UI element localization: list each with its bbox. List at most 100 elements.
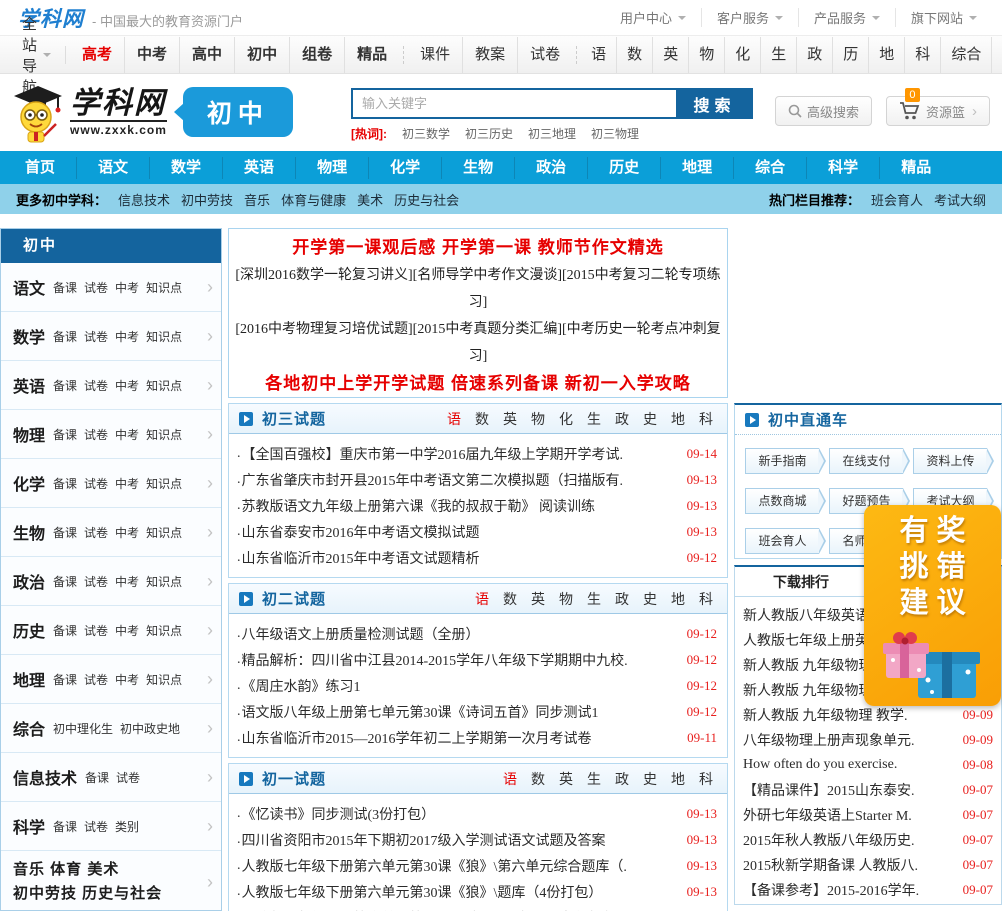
sidebar-sublink[interactable]: 初中理化生	[53, 720, 113, 737]
sidebar-sublink[interactable]: 知识点	[146, 671, 182, 688]
brand-name[interactable]: 学科网	[70, 87, 167, 120]
subject-tab[interactable]: 物	[559, 589, 573, 609]
nav-subject-politics[interactable]: 政	[796, 36, 832, 73]
nav-zhongkao[interactable]: 中考	[124, 36, 179, 73]
sidebar-subject[interactable]: 生物	[13, 520, 45, 544]
subject-tab[interactable]: 政	[615, 589, 629, 609]
announcement-links-row[interactable]: [深圳2016数学一轮复习讲义][名师导学中考作文漫谈][2015中考复习二轮专…	[229, 262, 727, 316]
section-title[interactable]: 初三试题	[262, 408, 326, 429]
sidebar-sublink[interactable]: 备课	[53, 818, 77, 835]
sidebar-sublink[interactable]: 备课	[53, 573, 77, 590]
sidebar-sublink[interactable]: 中考	[115, 377, 139, 394]
sidebar-subject[interactable]: 信息技术	[13, 765, 77, 789]
subject-tab[interactable]: 科	[699, 769, 713, 789]
subject-tab[interactable]: 史	[643, 409, 657, 429]
sidebar-sublink[interactable]: 中考	[115, 426, 139, 443]
express-button-class-education[interactable]: 班会育人	[745, 528, 826, 554]
sidebar-sublink[interactable]: 知识点	[146, 475, 182, 492]
news-item-link[interactable]: 苏教版语文九年级上册第六课《我的叔叔于勒》 阅读训练	[242, 496, 677, 516]
news-item-link[interactable]: 语文版八年级上册第七单元第30课《诗词五首》同步测试1	[242, 702, 677, 722]
sidebar-subject[interactable]: 初中劳技 历史与社会	[13, 882, 207, 906]
mainnav-item-biology[interactable]: 生物	[441, 156, 514, 179]
subject-tab[interactable]: 化	[559, 409, 573, 429]
hot-word-link[interactable]: 初三数学	[402, 125, 450, 142]
news-item-link[interactable]: 八年级语文上册质量检测试题（全册）	[242, 624, 677, 644]
sidebar-sublink[interactable]: 中考	[115, 328, 139, 345]
sidebar-subject[interactable]: 物理	[13, 422, 45, 446]
sidebar-sublink[interactable]: 试卷	[84, 475, 108, 492]
sidebar-sublink[interactable]: 备课	[53, 377, 77, 394]
nav-subject-physics[interactable]: 物	[688, 36, 724, 73]
sidebar-subject[interactable]: 化学	[13, 471, 45, 495]
topbar-menu-customer-service[interactable]: 客户服务	[700, 8, 798, 27]
subject-tab[interactable]: 地	[671, 589, 685, 609]
subject-tab[interactable]: 数	[531, 769, 545, 789]
subnav-link[interactable]: 体育与健康	[281, 190, 346, 209]
subject-tab[interactable]: 生	[587, 409, 601, 429]
mainnav-item-chinese[interactable]: 语文	[76, 156, 149, 179]
topbar-menu-product-service[interactable]: 产品服务	[797, 8, 895, 27]
sidebar-sublink[interactable]: 试卷	[84, 426, 108, 443]
subject-tab[interactable]: 数	[503, 589, 517, 609]
nav-subject-biology[interactable]: 生	[760, 36, 796, 73]
nav-subject-geography[interactable]: 地	[868, 36, 904, 73]
sidebar-subject[interactable]: 历史	[13, 618, 45, 642]
sidebar-sublink[interactable]: 备课	[53, 622, 77, 639]
sidebar-sublink[interactable]: 备课	[53, 524, 77, 541]
sidebar-sublink[interactable]: 备课	[53, 671, 77, 688]
sidebar-subject[interactable]: 科学	[13, 814, 45, 838]
hot-word-link[interactable]: 初三地理	[528, 125, 576, 142]
nav-subject-chemistry[interactable]: 化	[724, 36, 760, 73]
topbar-menu-sub-sites[interactable]: 旗下网站	[894, 8, 992, 27]
sidebar-subject[interactable]: 英语	[13, 373, 45, 397]
mainnav-item-politics[interactable]: 政治	[514, 156, 587, 179]
sidebar-sublink[interactable]: 中考	[115, 622, 139, 639]
mainnav-item-math[interactable]: 数学	[149, 156, 222, 179]
subject-tab[interactable]: 政	[615, 769, 629, 789]
subject-tab[interactable]: 地	[671, 769, 685, 789]
subject-tab[interactable]: 政	[615, 409, 629, 429]
resource-basket-button[interactable]: 0 资源篮 ›	[885, 88, 990, 126]
mascot-logo[interactable]	[8, 80, 66, 144]
mainnav-item-comprehensive[interactable]: 综合	[733, 156, 806, 179]
subject-tab[interactable]: 语	[503, 769, 517, 789]
subject-tab[interactable]: 科	[699, 589, 713, 609]
sidebar-sublink[interactable]: 试卷	[84, 671, 108, 688]
news-item-link[interactable]: 山东省临沂市2015年中考语文试题精析	[242, 548, 677, 568]
sidebar-sublink[interactable]: 初中政史地	[120, 720, 180, 737]
hot-word-link[interactable]: 初三物理	[591, 125, 639, 142]
download-item-link[interactable]: 新人教版 九年级物理 教学.	[743, 705, 955, 725]
mainnav-item-physics[interactable]: 物理	[295, 156, 368, 179]
express-button-upload[interactable]: 资料上传	[913, 448, 994, 474]
nav-lesson-plans[interactable]: 教案	[462, 36, 517, 73]
sidebar-sublink[interactable]: 知识点	[146, 573, 182, 590]
download-item-link[interactable]: 2015年秋人教版八年级历史.	[743, 830, 955, 850]
subnav-link[interactable]: 历史与社会	[394, 190, 459, 209]
sidebar-sublink[interactable]: 备课	[53, 328, 77, 345]
download-item-link[interactable]: How often do you exercise.	[743, 757, 955, 773]
subject-tab[interactable]: 地	[671, 409, 685, 429]
subject-tab[interactable]: 语	[447, 409, 461, 429]
sidebar-sublink[interactable]: 试卷	[84, 622, 108, 639]
nav-subject-math[interactable]: 数	[616, 36, 652, 73]
search-input[interactable]	[351, 88, 676, 119]
sidebar-sublink[interactable]: 类别	[115, 818, 139, 835]
subject-tab[interactable]: 生	[587, 589, 601, 609]
subject-tab[interactable]: 物	[531, 409, 545, 429]
sidebar-sublink[interactable]: 知识点	[146, 328, 182, 345]
sidebar-subject[interactable]: 数学	[13, 324, 45, 348]
express-button-points-mall[interactable]: 点数商城	[745, 488, 826, 514]
level-badge-junior-high[interactable]: 初中	[173, 87, 293, 137]
sidebar-sublink[interactable]: 试卷	[116, 769, 140, 786]
news-item-link[interactable]: 山东省临沂市2015—2016学年初二上学期第一次月考试卷	[242, 728, 678, 748]
news-item-link[interactable]: 广东省肇庆市封开县2015年中考语文第二次模拟题（扫描版有.	[242, 470, 677, 490]
sidebar-sublink[interactable]: 知识点	[146, 279, 182, 296]
news-item-link[interactable]: 【全国百强校】重庆市第一中学2016届九年级上学期开学考试.	[242, 444, 677, 464]
subnav-link[interactable]: 音乐	[244, 190, 270, 209]
section-title[interactable]: 初一试题	[262, 768, 326, 789]
hot-word-link[interactable]: 初三历史	[465, 125, 513, 142]
download-item-link[interactable]: 【备课参考】2015-2016学年.	[743, 880, 955, 900]
sidebar-sublink[interactable]: 中考	[115, 475, 139, 492]
nav-courseware[interactable]: 课件	[408, 37, 462, 73]
announcement-links-row[interactable]: [2016中考物理复习培优试题][2015中考真题分类汇编][中考历史一轮考点冲…	[229, 316, 727, 370]
